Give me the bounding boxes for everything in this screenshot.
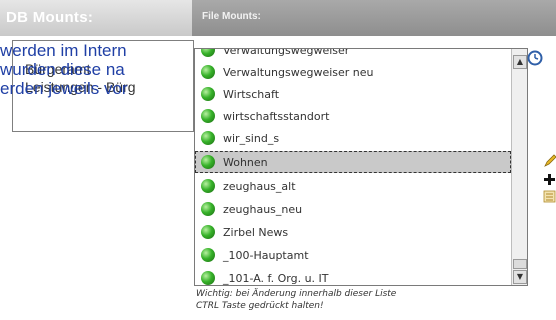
list-item-label: Zirbel News — [223, 226, 289, 239]
file-mounts-list[interactable]: Verwaltungswegweiser Verwaltungswegweise… — [194, 48, 528, 286]
overlay-text-line: erden jeweils vor — [0, 79, 128, 98]
list-item-label: Wirtschaft — [223, 88, 280, 101]
file-mounts-header: File Mounts: — [192, 0, 556, 36]
globe-icon — [201, 87, 215, 101]
globe-icon — [201, 225, 215, 239]
list-item[interactable]: Zirbel News — [195, 221, 511, 243]
pencil-icon[interactable] — [543, 154, 556, 168]
list-hint-line2: CTRL Taste gedrückt halten! — [196, 301, 324, 311]
list-item[interactable]: zeughaus_neu — [195, 198, 511, 220]
list-item-label: _100-Hauptamt — [223, 249, 309, 262]
globe-icon — [201, 109, 215, 123]
scroll-thumb[interactable] — [513, 259, 527, 269]
list-item[interactable]: _100-Hauptamt — [195, 244, 511, 266]
globe-icon — [201, 65, 215, 79]
list-item-label: wirtschaftsstandort — [223, 110, 330, 123]
overlay-text-line: wurden diese na — [0, 60, 125, 79]
overlay-text-line: werden im Intern — [0, 41, 127, 60]
list-hint-line1: Wichtig: bei Änderung innerhalb dieser L… — [196, 289, 397, 299]
list-item-label: Wohnen — [223, 156, 268, 169]
list-icon[interactable] — [543, 190, 556, 203]
db-mounts-title: DB Mounts: — [6, 9, 94, 26]
db-mounts-header: DB Mounts: — [0, 0, 194, 36]
globe-icon — [201, 131, 215, 145]
list-item-label: zeughaus_alt — [223, 180, 296, 193]
list-scrollbar[interactable]: ▲ ▼ — [511, 49, 527, 285]
clock-icon[interactable] — [527, 50, 543, 66]
list-item-label: Verwaltungswegweiser — [223, 48, 350, 57]
list-item[interactable]: wirtschaftsstandort — [195, 105, 511, 127]
scroll-up-button[interactable]: ▲ — [513, 55, 527, 69]
list-item-label: wir_sind_s — [223, 132, 280, 145]
list-item-label: zeughaus_neu — [223, 203, 303, 216]
list-item[interactable]: Wirtschaft — [195, 83, 511, 105]
list-item-label: _101-A. f. Org. u. IT — [223, 272, 329, 285]
scroll-down-button[interactable]: ▼ — [513, 270, 527, 284]
list-item-selected[interactable]: Wohnen — [195, 151, 511, 173]
globe-icon — [201, 155, 215, 169]
list-item-label: Verwaltungswegweiser neu — [223, 66, 374, 79]
file-mounts-title: File Mounts: — [202, 11, 261, 22]
list-item[interactable]: zeughaus_alt — [195, 175, 511, 197]
globe-icon — [201, 202, 215, 216]
globe-icon — [201, 248, 215, 262]
globe-icon — [201, 179, 215, 193]
list-item[interactable]: Verwaltungswegweiser neu — [195, 61, 511, 83]
globe-icon — [201, 49, 215, 57]
list-item[interactable]: Verwaltungswegweiser — [195, 48, 511, 61]
list-item[interactable]: wir_sind_s — [195, 127, 511, 149]
list-item[interactable]: _101-A. f. Org. u. IT — [195, 267, 511, 285]
plus-icon[interactable] — [543, 173, 556, 186]
globe-icon — [201, 271, 215, 285]
